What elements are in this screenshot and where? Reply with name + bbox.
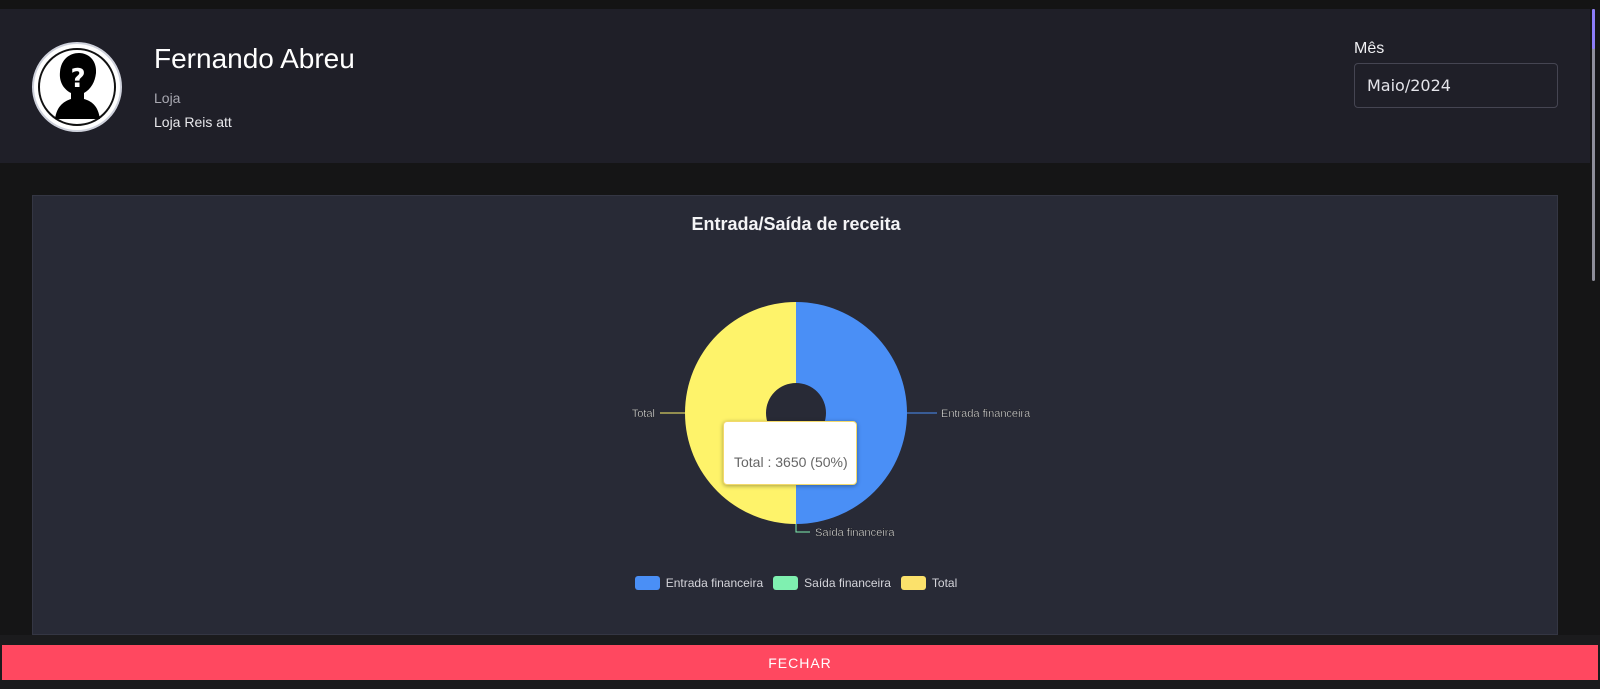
legend-label: Saída financeira [804, 576, 891, 590]
legend-item-total[interactable]: Total [900, 576, 958, 590]
unknown-user-icon: ? [38, 48, 116, 126]
legend-item-sa-da-financeira[interactable]: Saída financeira [773, 576, 891, 590]
store-label: Loja [154, 90, 181, 106]
chart-tooltip: Total : 3650 (50%) [723, 421, 857, 485]
month-input[interactable] [1354, 63, 1558, 108]
svg-text:?: ? [70, 64, 85, 94]
pie-slice-total-label: Total [632, 408, 655, 420]
avatar: ? [32, 42, 122, 132]
store-value: Loja Reis att [154, 114, 232, 130]
legend-swatch [900, 576, 926, 590]
legend-item-entrada-financeira[interactable]: Entrada financeira [634, 576, 764, 590]
pie-slice-sa-da-financeira-leader-line [795, 524, 810, 533]
top-strip [0, 0, 1600, 9]
legend-label: Entrada financeira [665, 576, 764, 590]
close-button[interactable]: FECHAR [2, 645, 1598, 680]
legend-swatch [773, 576, 799, 590]
legend-label: Total [931, 576, 958, 590]
scrollbar[interactable] [1592, 9, 1595, 281]
scrollbar-accent [1592, 9, 1595, 49]
chart-legend: Entrada financeira Saída financeira Total [33, 576, 1559, 590]
chart-panel: Entrada/Saída de receita Entrada finance… [32, 195, 1558, 635]
pie-slice-entrada-financeira-label: Entrada financeira [941, 408, 1031, 420]
pie-chart: Entrada financeira Saída financeira Total [632, 302, 1031, 539]
month-label: Mês [1354, 40, 1385, 57]
pie-slice-entrada-financeira[interactable] [796, 302, 907, 524]
pie-slice-sa-da-financeira-label: Saída financeira [815, 527, 895, 539]
pie-slice-total[interactable] [685, 302, 796, 524]
user-name: Fernando Abreu [154, 43, 355, 74]
user-header: ? Fernando Abreu Loja Loja Reis att Mês [0, 9, 1590, 163]
legend-swatch [634, 576, 660, 590]
